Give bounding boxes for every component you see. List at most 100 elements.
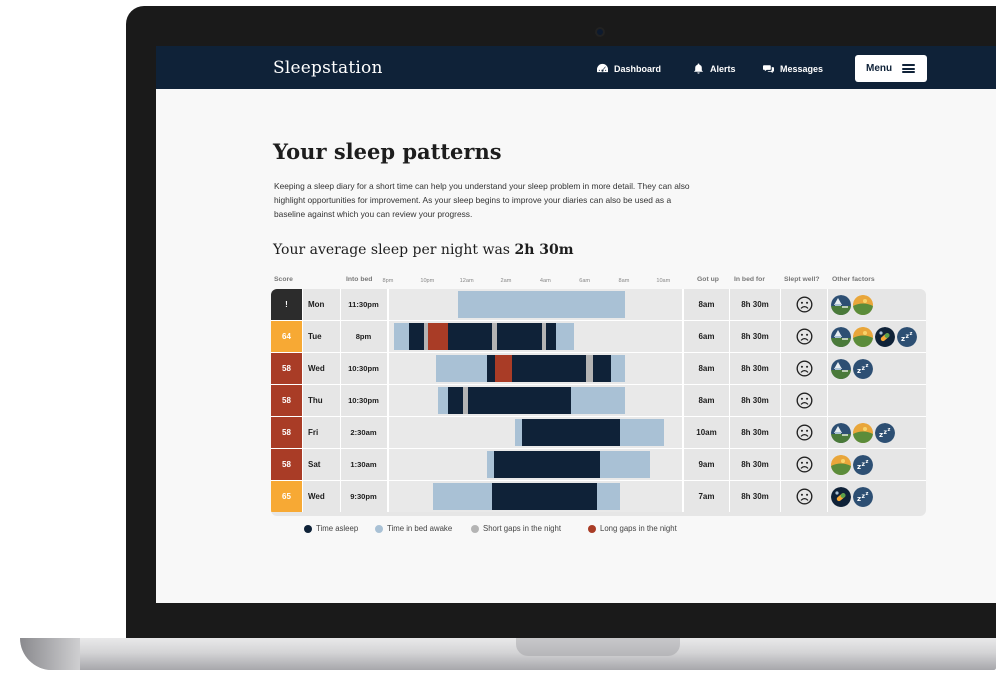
column-divider bbox=[302, 417, 303, 448]
in-bed-duration: 8h 30m bbox=[741, 364, 769, 373]
nav-messages[interactable]: Messages bbox=[763, 63, 823, 74]
timeline-segment-asleep bbox=[492, 483, 598, 510]
table-row[interactable]: 58 Thu 10:30pm 8am 8h 30m bbox=[271, 385, 926, 416]
legend-item: Long gaps in the night bbox=[588, 524, 677, 533]
row-divider bbox=[271, 416, 926, 417]
table-row[interactable]: 58 Fri 2:30am 10am 8h 30m z z z bbox=[271, 417, 926, 448]
sleep-timeline bbox=[388, 289, 683, 320]
landscape-icon bbox=[853, 294, 873, 315]
timeline-tick-label: 10pm bbox=[420, 278, 435, 284]
nav-dashboard[interactable]: Dashboard bbox=[597, 63, 661, 74]
timeline-segment-awake bbox=[487, 451, 495, 478]
column-divider bbox=[827, 385, 828, 416]
zzz-icon: zzz bbox=[853, 358, 873, 379]
table-row[interactable]: 58 Sat 1:30am 9am 8h 30m z z z bbox=[271, 449, 926, 480]
sleep-score-badge: 58 bbox=[271, 417, 302, 448]
column-divider bbox=[827, 289, 828, 320]
menu-button-label: Menu bbox=[866, 63, 893, 74]
other-factors bbox=[828, 289, 926, 320]
legend-item: Time in bed awake bbox=[375, 524, 452, 533]
sad-face-icon bbox=[796, 328, 812, 345]
column-divider bbox=[387, 321, 388, 352]
other-factors: zzz bbox=[828, 449, 926, 480]
day-label: Sat bbox=[308, 460, 321, 469]
sleep-score-badge: 58 bbox=[271, 449, 302, 480]
laptop-base bbox=[20, 638, 996, 670]
sad-face-icon bbox=[796, 360, 812, 377]
zzz-icon: zzz bbox=[875, 422, 895, 443]
timeline-segment-asleep bbox=[497, 323, 543, 350]
svg-text:z: z bbox=[857, 495, 861, 503]
legend-label: Short gaps in the night bbox=[483, 524, 562, 533]
other-factors: zzz bbox=[828, 417, 926, 448]
in-bed-duration: 8h 30m bbox=[741, 492, 769, 501]
legend-swatch bbox=[471, 524, 479, 533]
menu-button[interactable]: Menu bbox=[855, 55, 927, 82]
timeline-tick-label: 12am bbox=[459, 278, 474, 284]
in-bed-duration: 8h 30m bbox=[741, 396, 769, 405]
timeline-segment-awake bbox=[433, 483, 493, 510]
table-row[interactable]: ! Mon 11:30pm 8am 8h 30m bbox=[271, 289, 926, 320]
nav-alerts[interactable]: Alerts bbox=[693, 63, 736, 74]
average-sleep-prefix: Your average sleep per night was bbox=[273, 242, 515, 258]
timeline-segment-awake bbox=[556, 323, 574, 350]
column-divider bbox=[302, 321, 303, 352]
column-divider bbox=[683, 449, 684, 480]
sleep-timeline bbox=[388, 353, 683, 384]
other-factors: zzz bbox=[828, 353, 926, 384]
in-bed-duration: 8h 30m bbox=[741, 300, 769, 309]
timeline-segment-asleep bbox=[511, 355, 586, 382]
laptop-base-edge bbox=[20, 638, 80, 670]
day-label: Thu bbox=[308, 396, 323, 405]
nav-dashboard-label: Dashboard bbox=[614, 63, 662, 74]
sleep-timeline bbox=[388, 385, 683, 416]
got-up-time: 10am bbox=[696, 428, 717, 437]
column-divider bbox=[340, 417, 341, 448]
row-divider bbox=[271, 352, 926, 353]
other-factors: zzz bbox=[828, 481, 926, 512]
slept-well-rating bbox=[781, 449, 827, 480]
row-divider bbox=[271, 384, 926, 385]
in-bed-duration: 8h 30m bbox=[741, 460, 769, 469]
column-divider bbox=[340, 321, 341, 352]
timeline-tick-label: 8pm bbox=[382, 278, 394, 284]
day-label: Wed bbox=[308, 364, 325, 373]
top-navigation: Sleepstation Dashboard Alerts Messages M… bbox=[156, 46, 996, 89]
column-divider bbox=[340, 289, 341, 320]
header-got-up: Got up bbox=[697, 276, 719, 283]
column-divider bbox=[780, 289, 781, 320]
legend-item: Short gaps in the night bbox=[471, 524, 561, 533]
timeline-tick-label: 10am bbox=[656, 278, 671, 284]
column-divider bbox=[683, 353, 684, 384]
column-divider bbox=[780, 353, 781, 384]
average-sleep-summary: Your average sleep per night was 2h 30m bbox=[273, 242, 574, 258]
timeline-segment-awake bbox=[393, 323, 409, 350]
row-divider bbox=[271, 480, 926, 481]
column-divider bbox=[780, 481, 781, 512]
timeline-segment-asleep bbox=[487, 355, 496, 382]
brand-logo[interactable]: Sleepstation bbox=[273, 58, 383, 78]
column-divider bbox=[302, 449, 303, 480]
sleep-diary-table: ! Mon 11:30pm 8am 8h 30m 64 Tue 8pm 6am 8h 30m z z z… bbox=[271, 289, 926, 516]
column-divider bbox=[340, 481, 341, 512]
got-up-time: 6am bbox=[698, 332, 715, 341]
table-row[interactable]: 58 Wed 10:30pm 8am 8h 30m z z z bbox=[271, 353, 926, 384]
column-divider bbox=[340, 385, 341, 416]
landscape-icon bbox=[831, 454, 851, 475]
column-divider bbox=[827, 417, 828, 448]
average-sleep-value: 2h 30m bbox=[514, 242, 574, 258]
sad-face-icon bbox=[796, 392, 812, 409]
column-divider bbox=[729, 385, 730, 416]
column-divider bbox=[302, 385, 303, 416]
bell-icon bbox=[693, 63, 704, 74]
sad-face-icon bbox=[796, 296, 812, 313]
timeline-segment-asleep bbox=[448, 387, 463, 414]
sleep-score-badge: ! bbox=[271, 289, 302, 320]
column-divider bbox=[387, 417, 388, 448]
table-row[interactable]: 65 Wed 9:30pm 7am 8h 30m z z z bbox=[271, 481, 926, 512]
svg-text:z: z bbox=[866, 363, 869, 369]
sleep-score-badge: 58 bbox=[271, 385, 302, 416]
table-row[interactable]: 64 Tue 8pm 6am 8h 30m z z z bbox=[271, 321, 926, 352]
slept-well-rating bbox=[781, 321, 827, 352]
row-divider bbox=[271, 320, 926, 321]
